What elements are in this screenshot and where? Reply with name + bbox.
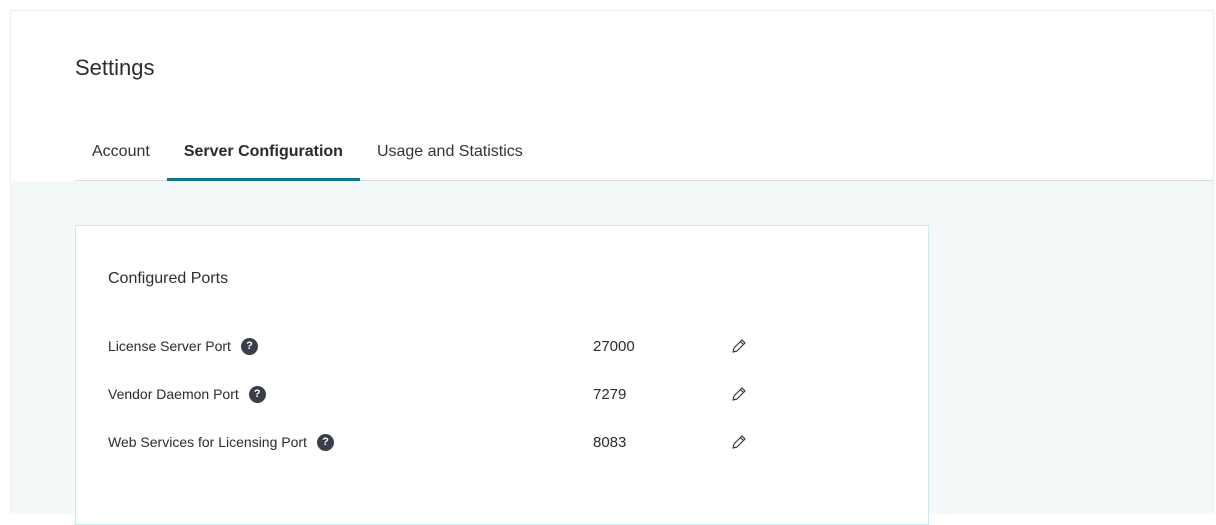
settings-window: Settings Account Server Configuration Us… bbox=[10, 10, 1214, 525]
port-label-group: License Server Port ? bbox=[108, 337, 593, 355]
port-label: Vendor Daemon Port bbox=[108, 386, 239, 402]
question-circle-icon[interactable]: ? bbox=[240, 337, 258, 355]
port-value: 7279 bbox=[593, 385, 627, 403]
pencil-icon[interactable] bbox=[729, 432, 749, 452]
port-row-license-server: License Server Port ? 27000 bbox=[108, 334, 808, 358]
settings-header: Settings Account Server Configuration Us… bbox=[11, 11, 1213, 182]
configured-ports-card: Configured Ports License Server Port ? 2… bbox=[75, 225, 929, 525]
pencil-icon[interactable] bbox=[729, 336, 749, 356]
tab-account[interactable]: Account bbox=[75, 133, 167, 181]
card-title: Configured Ports bbox=[108, 270, 229, 287]
pencil-icon[interactable] bbox=[729, 384, 749, 404]
port-label: License Server Port bbox=[108, 338, 231, 354]
question-circle-icon[interactable]: ? bbox=[248, 385, 266, 403]
port-row-web-services: Web Services for Licensing Port ? 8083 bbox=[108, 430, 808, 454]
port-label-group: Vendor Daemon Port ? bbox=[108, 385, 593, 403]
page-title: Settings bbox=[75, 55, 155, 80]
port-value: 27000 bbox=[593, 337, 635, 355]
settings-content: Configured Ports License Server Port ? 2… bbox=[11, 181, 1213, 525]
port-row-vendor-daemon: Vendor Daemon Port ? 7279 bbox=[108, 382, 808, 406]
port-label-group: Web Services for Licensing Port ? bbox=[108, 433, 593, 451]
settings-tabs: Account Server Configuration Usage and S… bbox=[75, 133, 1213, 182]
question-circle-icon[interactable]: ? bbox=[316, 433, 334, 451]
port-value: 8083 bbox=[593, 433, 627, 451]
tab-server-configuration[interactable]: Server Configuration bbox=[166, 133, 361, 182]
tab-usage-and-statistics[interactable]: Usage and Statistics bbox=[360, 133, 540, 181]
port-label: Web Services for Licensing Port bbox=[108, 434, 307, 450]
